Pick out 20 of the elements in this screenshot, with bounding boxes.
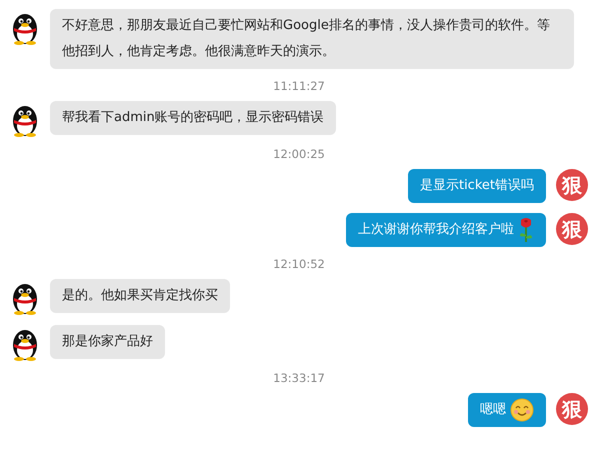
message-text: 是显示ticket错误吗 bbox=[420, 177, 534, 195]
penguin-icon bbox=[10, 11, 40, 45]
timestamp: 11:11:27 bbox=[273, 79, 325, 93]
message-text: 上次谢谢你帮我介绍客户啦 bbox=[358, 221, 514, 239]
penguin-icon bbox=[10, 327, 40, 361]
avatar: 狠 bbox=[556, 169, 588, 201]
penguin-icon bbox=[10, 281, 40, 315]
message-text: 不好意思，那朋友最近自己要忙网站和Google排名的事情，没人操作贵司的软件。等他招到人，他肯定考虑。他很满意昨天的演示。 bbox=[62, 17, 551, 61]
timestamp: 12:00:25 bbox=[273, 147, 325, 161]
message-text: 是的。他如果买肯定找你买 bbox=[62, 287, 218, 305]
message-text: 嗯嗯 bbox=[480, 401, 506, 419]
timestamp: 13:33:17 bbox=[273, 371, 325, 385]
avatar: 狠 bbox=[556, 213, 588, 245]
smiley-icon bbox=[510, 398, 534, 422]
avatar: 狠 bbox=[556, 393, 588, 425]
rose-icon bbox=[518, 217, 534, 243]
timestamp: 12:10:52 bbox=[273, 257, 325, 271]
penguin-icon bbox=[10, 103, 40, 137]
message-text: 那是你家产品好 bbox=[62, 333, 153, 351]
message-text: 帮我看下admin账号的密码吧，显示密码错误 bbox=[62, 109, 324, 127]
